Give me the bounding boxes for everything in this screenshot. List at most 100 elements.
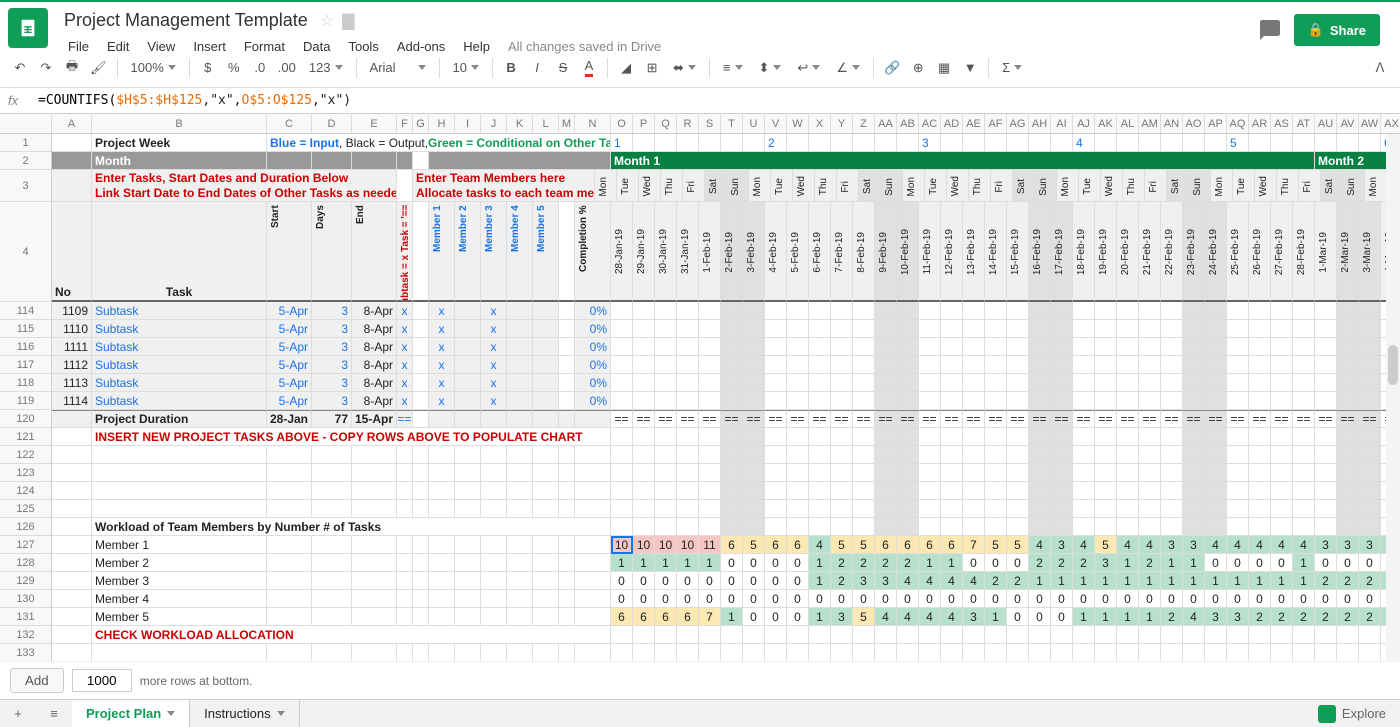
cell[interactable] (677, 302, 699, 320)
cell[interactable] (481, 572, 507, 590)
cell[interactable]: == (985, 410, 1007, 428)
cell[interactable] (481, 554, 507, 572)
cell[interactable] (743, 392, 765, 410)
cell[interactable] (1051, 500, 1073, 518)
cell[interactable]: 1 (1227, 572, 1249, 590)
cell[interactable] (765, 464, 787, 482)
cell[interactable] (1029, 428, 1051, 446)
column-header[interactable]: O (611, 114, 633, 134)
cell[interactable] (1051, 320, 1073, 338)
cell[interactable] (809, 428, 831, 446)
cell[interactable] (743, 134, 765, 152)
cell[interactable] (1073, 428, 1095, 446)
cell[interactable] (1359, 134, 1381, 152)
cell[interactable] (831, 374, 853, 392)
cell[interactable] (455, 374, 481, 392)
borders-button[interactable]: ⊞ (640, 54, 664, 82)
cell[interactable]: 5-Apr (267, 356, 312, 374)
cell[interactable] (721, 338, 743, 356)
cell[interactable]: 7 (699, 608, 721, 626)
cell[interactable] (1029, 374, 1051, 392)
cell[interactable] (985, 338, 1007, 356)
cell[interactable] (897, 482, 919, 500)
cell[interactable] (963, 134, 985, 152)
cell[interactable] (455, 500, 481, 518)
cell[interactable]: Enter Tasks, Start Dates and Duration Be… (92, 170, 397, 202)
cell[interactable]: 4 (897, 608, 919, 626)
cell[interactable] (575, 482, 611, 500)
cell[interactable]: Subtask (92, 302, 267, 320)
cell[interactable] (611, 482, 633, 500)
cell[interactable] (1271, 626, 1293, 644)
cell[interactable] (312, 554, 352, 572)
format-percent-button[interactable]: % (222, 54, 246, 82)
cell[interactable] (1359, 626, 1381, 644)
cell[interactable]: 0 (611, 590, 633, 608)
cell[interactable] (1249, 356, 1271, 374)
cell[interactable] (963, 518, 985, 536)
cell[interactable] (655, 518, 677, 536)
cell[interactable] (963, 500, 985, 518)
cell[interactable]: 3 (1227, 608, 1249, 626)
cell[interactable]: 6 (721, 536, 743, 554)
cell[interactable]: 0 (765, 554, 787, 572)
cell[interactable] (897, 338, 919, 356)
cell[interactable] (52, 428, 92, 446)
cell[interactable] (897, 134, 919, 152)
cell[interactable]: 3 (312, 338, 352, 356)
cell[interactable] (963, 482, 985, 500)
cell[interactable]: 5 (853, 536, 875, 554)
cell[interactable] (1139, 338, 1161, 356)
cell[interactable] (985, 518, 1007, 536)
cell[interactable] (1007, 482, 1029, 500)
cell[interactable]: Member 2 (455, 202, 481, 302)
cell[interactable] (611, 392, 633, 410)
cell[interactable] (1359, 482, 1381, 500)
cell[interactable] (1205, 374, 1227, 392)
cell[interactable]: 4 (809, 536, 831, 554)
cell[interactable] (941, 338, 963, 356)
cell[interactable]: 7 (963, 536, 985, 554)
cell[interactable] (743, 446, 765, 464)
cell[interactable]: 2 (897, 554, 919, 572)
cell[interactable]: 13-Feb-19 (963, 202, 985, 302)
cell[interactable]: Sun (1035, 170, 1057, 202)
cell[interactable]: 1 (1205, 572, 1227, 590)
cell[interactable] (787, 644, 809, 661)
cell[interactable] (575, 536, 611, 554)
cell[interactable]: Fri (1145, 170, 1167, 202)
cell[interactable] (963, 428, 985, 446)
cell[interactable]: 0 (1007, 590, 1029, 608)
cell[interactable] (559, 410, 575, 428)
cell[interactable]: 0 (743, 590, 765, 608)
cell[interactable]: x (397, 338, 413, 356)
cell[interactable] (1315, 500, 1337, 518)
cell[interactable] (397, 446, 413, 464)
cell[interactable]: 18-Feb-19 (1073, 202, 1095, 302)
cell[interactable]: 0 (1205, 554, 1227, 572)
cell[interactable]: Days (312, 202, 352, 302)
cell[interactable] (853, 392, 875, 410)
cell[interactable] (875, 356, 897, 374)
cell[interactable] (1205, 356, 1227, 374)
cell[interactable] (352, 608, 397, 626)
cell[interactable] (1139, 320, 1161, 338)
cell[interactable] (809, 338, 831, 356)
column-header[interactable]: G (413, 114, 429, 134)
cell[interactable] (941, 482, 963, 500)
cell[interactable] (52, 590, 92, 608)
cell[interactable] (1205, 500, 1227, 518)
cell[interactable] (919, 482, 941, 500)
cell[interactable]: 2 (831, 554, 853, 572)
cell[interactable] (92, 482, 267, 500)
cell[interactable] (919, 302, 941, 320)
cell[interactable] (533, 590, 559, 608)
cell[interactable]: 4 (1293, 536, 1315, 554)
cell[interactable] (413, 554, 429, 572)
cell[interactable] (52, 152, 92, 170)
cell[interactable] (809, 356, 831, 374)
cell[interactable] (533, 374, 559, 392)
cell[interactable]: 1 (633, 554, 655, 572)
cell[interactable] (655, 338, 677, 356)
cell[interactable] (1315, 428, 1337, 446)
